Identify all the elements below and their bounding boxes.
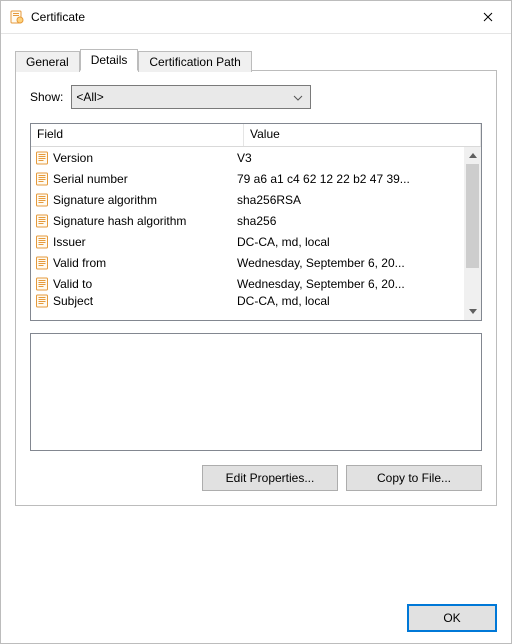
list-row[interactable]: Serial number 79 a6 a1 c4 62 12 22 b2 47 … bbox=[31, 168, 464, 189]
certificate-dialog: Certificate General Details Certificatio… bbox=[0, 0, 512, 644]
list-cell-field: Valid from bbox=[31, 256, 235, 270]
list-cell-value: Wednesday, September 6, 20... bbox=[235, 256, 464, 270]
field-name: Serial number bbox=[53, 172, 128, 186]
list-cell-field: Issuer bbox=[31, 235, 235, 249]
field-page-icon bbox=[35, 214, 49, 228]
field-name: Valid from bbox=[53, 256, 106, 270]
field-name: Version bbox=[53, 151, 93, 165]
list-cell-field: Signature hash algorithm bbox=[31, 214, 235, 228]
field-name: Valid to bbox=[53, 277, 92, 291]
list-cell-value: V3 bbox=[235, 151, 464, 165]
field-page-icon bbox=[35, 235, 49, 249]
ok-button[interactable]: OK bbox=[407, 604, 497, 632]
certificate-icon bbox=[9, 9, 25, 25]
list-body: Version V3 Serial number 79 a6 a1 c4 62 12 … bbox=[31, 147, 481, 320]
list-cell-field: Valid to bbox=[31, 277, 235, 291]
list-cell-value: Wednesday, September 6, 20... bbox=[235, 277, 464, 291]
list-row[interactable]: Valid to Wednesday, September 6, 20... bbox=[31, 273, 464, 294]
close-button[interactable] bbox=[465, 1, 511, 33]
list-cell-field: Signature algorithm bbox=[31, 193, 235, 207]
show-row: Show: <All> bbox=[30, 85, 482, 109]
list-cell-field: Subject bbox=[31, 294, 235, 308]
list-cell-field: Version bbox=[31, 151, 235, 165]
scroll-thumb[interactable] bbox=[466, 164, 479, 268]
list-row[interactable]: Subject DC-CA, md, local bbox=[31, 294, 464, 312]
list-header: Field Value bbox=[31, 124, 481, 147]
list-cell-value: sha256RSA bbox=[235, 193, 464, 207]
list-row[interactable]: Issuer DC-CA, md, local bbox=[31, 231, 464, 252]
dialog-footer: OK bbox=[1, 593, 511, 643]
titlebar: Certificate bbox=[1, 1, 511, 34]
list-row[interactable]: Version V3 bbox=[31, 147, 464, 168]
copy-to-file-button[interactable]: Copy to File... bbox=[346, 465, 482, 491]
fields-listview[interactable]: Field Value Version V3 Serial number 79 a6 … bbox=[30, 123, 482, 321]
vertical-scrollbar[interactable] bbox=[464, 147, 481, 320]
scroll-down-button[interactable] bbox=[464, 303, 481, 320]
field-page-icon bbox=[35, 277, 49, 291]
field-page-icon bbox=[35, 193, 49, 207]
list-cell-value: DC-CA, md, local bbox=[235, 235, 464, 249]
list-cell-value: 79 a6 a1 c4 62 12 22 b2 47 39... bbox=[235, 172, 464, 186]
field-name: Issuer bbox=[53, 235, 86, 249]
field-page-icon bbox=[35, 256, 49, 270]
col-header-value[interactable]: Value bbox=[244, 124, 481, 146]
list-row[interactable]: Signature algorithm sha256RSA bbox=[31, 189, 464, 210]
field-name: Signature algorithm bbox=[53, 193, 157, 207]
show-selected-value: <All> bbox=[76, 90, 290, 104]
show-select[interactable]: <All> bbox=[71, 85, 311, 109]
field-name: Signature hash algorithm bbox=[53, 214, 186, 228]
field-page-icon bbox=[35, 172, 49, 186]
field-name: Subject bbox=[53, 294, 93, 308]
list-row[interactable]: Signature hash algorithm sha256 bbox=[31, 210, 464, 231]
tab-general[interactable]: General bbox=[15, 51, 80, 72]
scroll-up-button[interactable] bbox=[464, 147, 481, 164]
action-buttons: Edit Properties... Copy to File... bbox=[30, 465, 482, 491]
list-row[interactable]: Valid from Wednesday, September 6, 20... bbox=[31, 252, 464, 273]
client-area: General Details Certification Path Show:… bbox=[1, 34, 511, 593]
show-label: Show: bbox=[30, 90, 63, 104]
list-cell-value: DC-CA, md, local bbox=[235, 294, 464, 308]
tabstrip: General Details Certification Path Show:… bbox=[15, 48, 497, 506]
scroll-track[interactable] bbox=[464, 164, 481, 303]
chevron-down-icon bbox=[290, 90, 306, 104]
col-header-field[interactable]: Field bbox=[31, 124, 244, 146]
tab-details[interactable]: Details bbox=[80, 49, 139, 71]
edit-properties-button[interactable]: Edit Properties... bbox=[202, 465, 338, 491]
field-page-icon bbox=[35, 151, 49, 165]
field-page-icon bbox=[35, 294, 49, 308]
list-cell-field: Serial number bbox=[31, 172, 235, 186]
tab-certification-path[interactable]: Certification Path bbox=[138, 51, 251, 72]
detail-value-box[interactable] bbox=[30, 333, 482, 451]
tab-details-panel: Show: <All> Field Value VersionV3Seri bbox=[15, 70, 497, 506]
list-cell-value: sha256 bbox=[235, 214, 464, 228]
window-title: Certificate bbox=[31, 10, 465, 24]
